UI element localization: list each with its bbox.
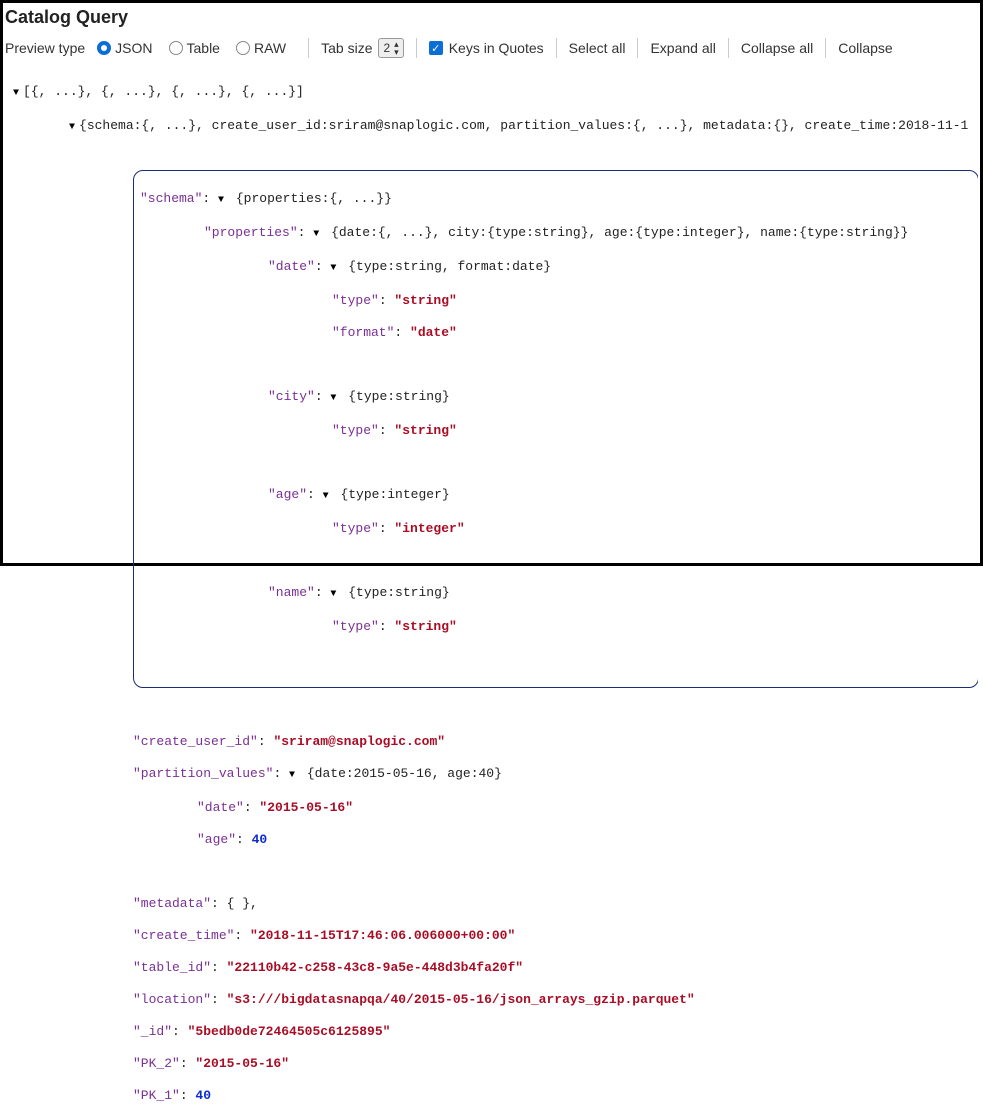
- divider: [728, 38, 729, 58]
- tree-row[interactable]: "date": "2015-05-16": [13, 800, 978, 816]
- tree-row[interactable]: "name": ▼ {type:string}: [140, 585, 972, 603]
- caret-down-icon[interactable]: ▼: [13, 88, 19, 99]
- select-all-button[interactable]: Select all: [569, 40, 626, 56]
- tree-row[interactable]: "PK_2": "2015-05-16": [13, 1056, 978, 1072]
- tree-row[interactable]: "metadata": { },: [13, 896, 978, 912]
- divider: [416, 38, 417, 58]
- tree-row[interactable]: "create_time": "2018-11-15T17:46:06.0060…: [13, 928, 978, 944]
- check-icon: ✓: [429, 41, 443, 55]
- preview-raw-radio[interactable]: RAW: [236, 40, 286, 56]
- radio-icon: [169, 41, 183, 55]
- tabsize-select[interactable]: 2▴▾: [378, 38, 403, 58]
- page-title: Catalog Query: [5, 7, 978, 28]
- caret-down-icon[interactable]: ▼: [69, 122, 75, 133]
- divider: [637, 38, 638, 58]
- caret-down-icon[interactable]: ▼: [330, 393, 336, 404]
- tree-row[interactable]: "table_id": "22110b42-c258-43c8-9a5e-448…: [13, 960, 978, 976]
- preview-table-radio[interactable]: Table: [169, 40, 220, 56]
- tree-row[interactable]: "type": "integer": [140, 521, 972, 537]
- tree-row[interactable]: "age": ▼ {type:integer}: [140, 487, 972, 505]
- divider: [308, 38, 309, 58]
- tree-row[interactable]: "partition_values": ▼ {date:2015-05-16, …: [13, 766, 978, 784]
- tree-row[interactable]: "type": "string": [140, 619, 972, 635]
- collapse-all-button[interactable]: Collapse all: [741, 40, 813, 56]
- collapse-button[interactable]: Collapse: [838, 40, 892, 56]
- tree-row[interactable]: "type": "string": [140, 293, 972, 309]
- keys-in-quotes-checkbox[interactable]: ✓Keys in Quotes: [429, 40, 544, 56]
- tree-row[interactable]: ▼{schema:{, ...}, create_user_id:sriram@…: [13, 118, 978, 136]
- caret-down-icon[interactable]: ▼: [218, 195, 224, 206]
- divider: [556, 38, 557, 58]
- caret-down-icon[interactable]: ▼: [330, 263, 336, 274]
- tabsize-label: Tab size: [321, 40, 372, 56]
- preview-type-label: Preview type: [5, 40, 85, 56]
- tree-row[interactable]: "format": "date": [140, 325, 972, 341]
- stepper-icon: ▴▾: [394, 40, 399, 56]
- tree-row[interactable]: "create_user_id": "sriram@snaplogic.com": [13, 734, 978, 750]
- tree-row[interactable]: ▼[{, ...}, {, ...}, {, ...}, {, ...}]: [13, 84, 978, 102]
- tree-row[interactable]: "PK_1": 40: [13, 1088, 978, 1104]
- tree-row[interactable]: "location": "s3:///bigdatasnapqa/40/2015…: [13, 992, 978, 1008]
- divider: [825, 38, 826, 58]
- schema-box: "schema": ▼ {properties:{, ...}} "proper…: [133, 170, 978, 688]
- caret-down-icon[interactable]: ▼: [330, 589, 336, 600]
- tree-row[interactable]: "_id": "5bedb0de72464505c6125895": [13, 1024, 978, 1040]
- tree-row[interactable]: "schema": ▼ {properties:{, ...}}: [140, 191, 972, 209]
- tree-row[interactable]: "city": ▼ {type:string}: [140, 389, 972, 407]
- tree-row[interactable]: "properties": ▼ {date:{, ...}, city:{typ…: [140, 225, 972, 243]
- caret-down-icon[interactable]: ▼: [323, 491, 329, 502]
- json-viewer: ▼[{, ...}, {, ...}, {, ...}, {, ...}] ▼{…: [5, 68, 978, 1111]
- expand-all-button[interactable]: Expand all: [650, 40, 715, 56]
- preview-json-radio[interactable]: JSON: [97, 40, 152, 56]
- radio-icon: [236, 41, 250, 55]
- toolbar: Preview type JSON Table RAW Tab size 2▴▾…: [5, 36, 978, 68]
- caret-down-icon[interactable]: ▼: [313, 229, 319, 240]
- radio-icon: [97, 41, 111, 55]
- tree-row[interactable]: "date": ▼ {type:string, format:date}: [140, 259, 972, 277]
- caret-down-icon[interactable]: ▼: [289, 770, 295, 781]
- tree-row[interactable]: "type": "string": [140, 423, 972, 439]
- tree-row[interactable]: "age": 40: [13, 832, 978, 848]
